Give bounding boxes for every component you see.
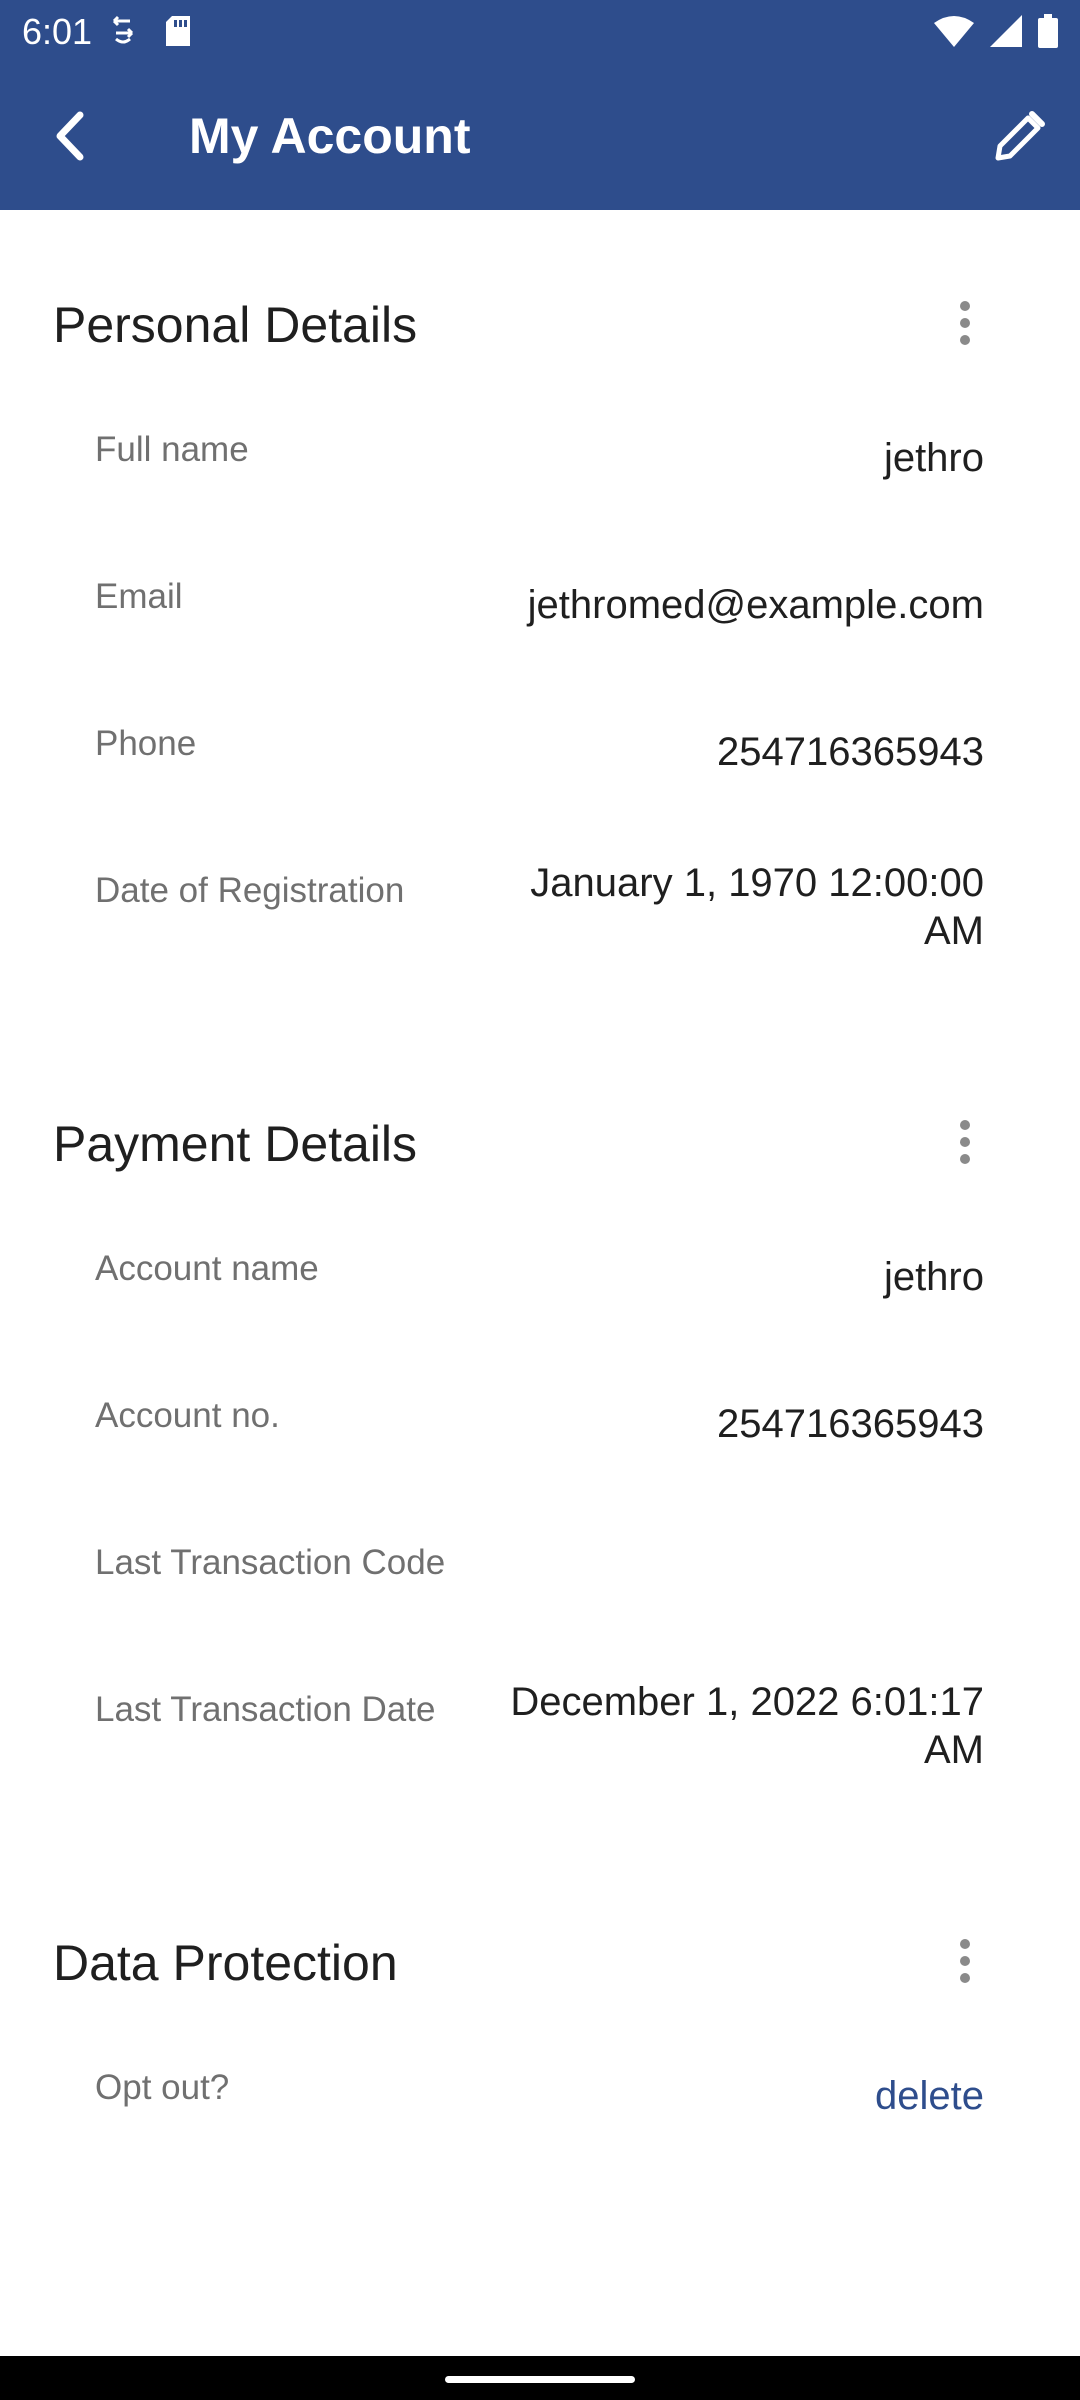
more-vert-icon <box>959 1119 971 1170</box>
data-protection-menu-button[interactable] <box>935 1933 995 1993</box>
section-title: Data Protection <box>53 1935 398 1991</box>
more-vert-icon <box>959 1938 971 1989</box>
home-indicator[interactable] <box>445 2376 635 2383</box>
email-value: jethromed@example.com <box>527 583 984 627</box>
row-label: Full name <box>95 430 249 469</box>
screen: 6:01 My Account Personal Details Full na… <box>0 0 1080 2400</box>
row-label: Last Transaction Code <box>95 1543 446 1582</box>
section-title: Payment Details <box>53 1116 418 1172</box>
row-label: Last Transaction Date <box>95 1690 436 1729</box>
phone-value: 254716365943 <box>717 730 984 774</box>
page-title: My Account <box>189 108 471 164</box>
row-label: Date of Registration <box>95 871 405 910</box>
row-label: Phone <box>95 724 197 763</box>
pencil-icon <box>994 110 1046 167</box>
last-transaction-date-value: December 1, 2022 6:01:17 AM <box>510 1680 984 1772</box>
row-label: Email <box>95 577 183 616</box>
app-bar: My Account <box>0 64 1080 210</box>
status-bar: 6:01 <box>0 0 1080 64</box>
registration-date-value: January 1, 1970 12:00:00 AM <box>530 861 984 953</box>
account-name-value: jethro <box>883 1255 984 1299</box>
sd-card-icon <box>164 14 192 53</box>
back-button[interactable] <box>30 98 110 178</box>
row-label: Account no. <box>95 1396 280 1435</box>
account-number-value: 254716365943 <box>717 1402 984 1446</box>
delete-link[interactable]: delete <box>464 2072 984 2120</box>
row-label: Account name <box>95 1249 319 1288</box>
back-arrow-icon <box>50 111 90 166</box>
battery-icon <box>1038 14 1058 53</box>
status-time: 6:01 <box>22 11 93 52</box>
payment-details-menu-button[interactable] <box>935 1114 995 1174</box>
system-nav-bar <box>0 2356 1080 2400</box>
more-vert-icon <box>959 300 971 351</box>
sync-icon <box>110 15 136 52</box>
row-label: Opt out? <box>95 2068 230 2107</box>
full-name-value: jethro <box>883 436 984 480</box>
edit-button[interactable] <box>980 98 1060 178</box>
personal-details-menu-button[interactable] <box>935 295 995 355</box>
signal-icon <box>990 15 1022 52</box>
wifi-icon <box>934 15 974 52</box>
section-title: Personal Details <box>53 297 418 353</box>
